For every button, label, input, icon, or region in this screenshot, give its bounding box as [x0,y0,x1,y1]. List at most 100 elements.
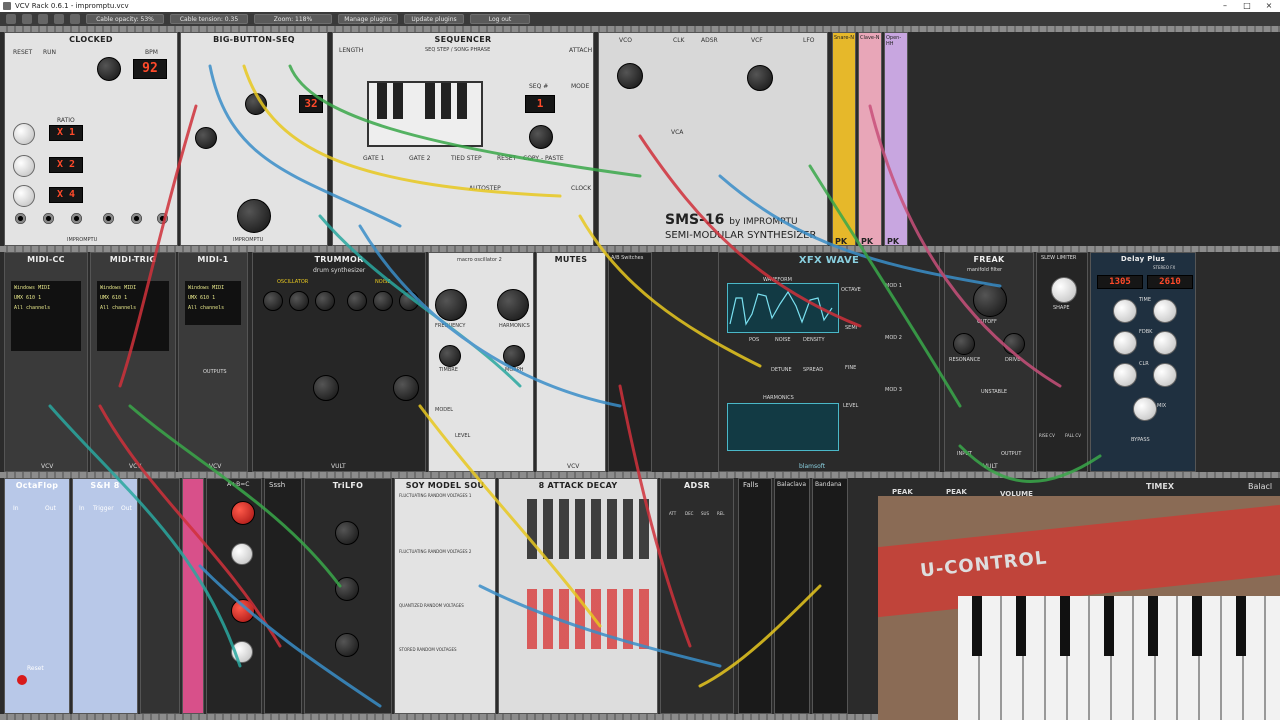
midi-settings-display[interactable]: Windows MIDI UMX 610 1 All channels [97,281,169,351]
resonance-knob[interactable] [953,333,975,355]
time-knob[interactable] [1113,299,1137,323]
module-snare[interactable]: Snare-N PK [832,32,856,246]
clk3-jack[interactable] [157,213,168,224]
module-trilfo[interactable]: TriLFO [304,478,392,714]
midi-settings-display[interactable]: Windows MIDI UMX 610 1 All channels [185,281,241,325]
module-midi-1[interactable]: MIDI-1 Windows MIDI UMX 610 1 All channe… [178,252,248,472]
menu-icon[interactable] [6,14,16,24]
manage-plugins-button[interactable]: Manage plugins [338,14,398,24]
harmonics-knob[interactable] [497,289,529,321]
log-out-button[interactable]: Log out [470,14,530,24]
b-knob[interactable] [231,543,253,565]
module-addition[interactable] [182,478,204,714]
module-xfx-wave[interactable]: XFX WAVE WAVEFORM POS NOISE DENSITY DETU… [718,252,940,472]
module-midi-trig[interactable]: MIDI-TRIG Windows MIDI UMX 610 1 All cha… [90,252,176,472]
timbre-knob[interactable] [439,345,461,367]
vcf-freq-knob[interactable] [747,65,773,91]
clk2-jack[interactable] [131,213,142,224]
module-bandana[interactable]: Bandana [812,478,848,714]
module-trummor[interactable]: TRUMMOR drum synthesizer OSCILLATOR NOIS… [252,252,426,472]
update-plugins-button[interactable]: Update plugins [404,14,464,24]
zoom-slider[interactable]: Zoom: 118% [254,14,332,24]
midi-channel[interactable]: All channels [100,303,166,313]
module-attack-decay[interactable]: 8 ATTACK DECAY [498,478,658,714]
module-delay-plus[interactable]: Delay Plus STEREO FX 1305 2610 TIME FDBK… [1090,252,1196,472]
attack-knob-grid[interactable] [527,499,655,559]
revert-icon[interactable] [70,14,80,24]
module-macro-oscillator[interactable]: macro oscillator 2 FREQUENCY HARMONICS T… [428,252,534,472]
midi-driver[interactable]: Windows MIDI [14,283,78,293]
module-clocked[interactable]: CLOCKED RESET RUN BPM 92 RATIO X 1 X 2 X… [4,32,178,246]
vco-freq-knob[interactable] [617,63,643,89]
freq-knob[interactable] [335,521,359,545]
module-soy-model[interactable]: SOY MODEL SOU FLUCTUATING RANDOM VOLTAGE… [394,478,496,714]
cable-tension-slider[interactable]: Cable tension: 0.35 [170,14,248,24]
shape-knob[interactable] [1051,277,1077,303]
bend-knob[interactable] [289,291,309,311]
decay-knob-grid[interactable] [527,589,655,649]
tone-knob[interactable] [347,291,367,311]
freq-knob[interactable] [335,633,359,657]
module-or[interactable] [140,478,180,714]
save-icon[interactable] [38,14,48,24]
cutoff-knob[interactable] [973,283,1007,317]
level-knob[interactable] [313,375,339,401]
save-as-icon[interactable] [54,14,64,24]
maximize-button[interactable]: □ [1236,0,1258,12]
midi-device[interactable]: UMX 610 1 [188,293,238,303]
morph-knob[interactable] [503,345,525,367]
midi-settings-display[interactable]: Windows MIDI UMX 610 1 All channels [11,281,81,351]
feedback-knob[interactable] [1113,331,1137,355]
midi-device[interactable]: UMX 610 1 [14,293,78,303]
open-icon[interactable] [22,14,32,24]
close-button[interactable]: × [1258,0,1280,12]
ratio-knob[interactable] [13,185,35,207]
midi-device[interactable]: UMX 610 1 [100,293,166,303]
time-knob[interactable] [315,291,335,311]
a-knob[interactable] [231,501,255,525]
module-sequencer[interactable]: SEQUENCER SEQ STEP / SONG PHRASE LENGTH … [332,32,594,246]
a-knob[interactable] [231,599,255,623]
time-knob[interactable] [1153,299,1177,323]
mix-knob[interactable] [1133,397,1157,421]
drive-knob[interactable] [1003,333,1025,355]
module-a-b-c[interactable]: A+B=C [206,478,262,714]
big-button[interactable] [237,199,271,233]
frequency-knob[interactable] [435,289,467,321]
module-open-hh[interactable]: Open-HH PK [884,32,908,246]
feedback-knob[interactable] [1153,331,1177,355]
module-slew-limiter[interactable]: SLEW LIMITER SHAPE RISE CV FALL CV [1036,252,1088,472]
ratio-knob[interactable] [13,155,35,177]
pitch-knob[interactable] [373,291,393,311]
resonance-knob[interactable] [399,291,419,311]
bpm-knob[interactable] [97,57,121,81]
module-adsr[interactable]: ADSR ATT DEC SUS REL [660,478,734,714]
clk1-jack[interactable] [103,213,114,224]
module-sample-hold[interactable]: S&H 8 In Trigger Out [72,478,138,714]
octave-keyboard[interactable] [367,81,483,147]
module-ab-switches[interactable]: A/B Switches [608,252,652,472]
len-knob[interactable] [195,127,217,149]
level-knob[interactable] [393,375,419,401]
module-sssh[interactable]: Sssh [264,478,302,714]
b-knob[interactable] [231,641,253,663]
clr-knob[interactable] [1153,363,1177,387]
reset-button[interactable] [17,675,27,685]
module-big-button-seq[interactable]: BIG-BUTTON-SEQ 32 IMPROMPTU [180,32,328,246]
module-midi-cc[interactable]: MIDI-CC Windows MIDI UMX 610 1 All chann… [4,252,88,472]
minimize-button[interactable]: – [1214,0,1236,12]
freq-knob[interactable] [335,577,359,601]
midi-channel[interactable]: All channels [14,303,78,313]
run-jack[interactable] [43,213,54,224]
main-knob[interactable] [529,125,553,149]
module-falls[interactable]: Falls [738,478,772,714]
bpm-jack[interactable] [71,213,82,224]
module-octaflop[interactable]: OctaFlop In Out Reset [4,478,70,714]
chan-knob[interactable] [245,93,267,115]
module-clave[interactable]: Clave-N PK [858,32,882,246]
midi-channel[interactable]: All channels [188,303,238,313]
module-balaclava[interactable]: Balaclava [774,478,810,714]
midi-driver[interactable]: Windows MIDI [100,283,166,293]
module-freak[interactable]: FREAK manifold filter CUTOFF RESONANCE D… [944,252,1034,472]
ratio-knob[interactable] [13,123,35,145]
